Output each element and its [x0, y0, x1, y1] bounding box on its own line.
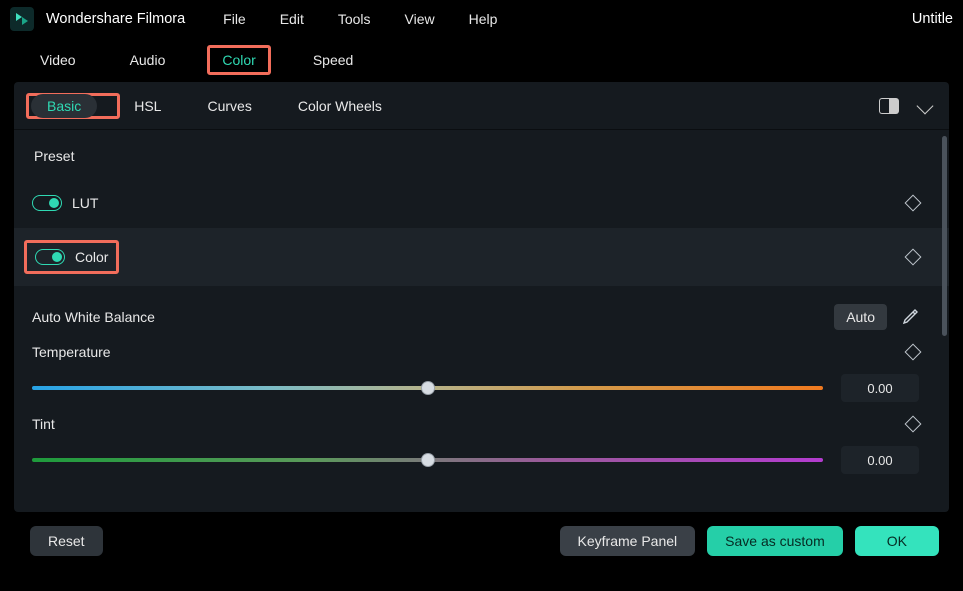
sub-tab-curves[interactable]: Curves — [193, 94, 265, 118]
sub-tab-basic-highlight: Basic — [26, 93, 120, 119]
color-row-highlight: Color — [24, 240, 119, 274]
lut-toggle[interactable] — [32, 195, 62, 211]
tab-audio[interactable]: Audio — [118, 48, 178, 72]
lut-row: LUT — [32, 178, 919, 228]
tab-speed[interactable]: Speed — [301, 48, 365, 72]
temperature-slider[interactable] — [32, 386, 823, 390]
tab-color[interactable]: Color — [207, 45, 270, 75]
footer: Reset Keyframe Panel Save as custom OK — [0, 520, 963, 556]
color-keyframe-icon[interactable] — [905, 249, 922, 266]
app-logo — [10, 7, 34, 31]
reset-button[interactable]: Reset — [30, 526, 103, 556]
color-scroll-area: Preset LUT Color Auto White Balance Auto… — [14, 130, 949, 502]
tint-keyframe-icon[interactable] — [905, 416, 922, 433]
menu-view[interactable]: View — [405, 11, 435, 27]
sub-tab-color-wheels[interactable]: Color Wheels — [284, 94, 396, 118]
lut-label: LUT — [72, 195, 98, 211]
auto-button[interactable]: Auto — [834, 304, 887, 330]
chevron-down-icon[interactable] — [917, 97, 934, 114]
color-panel: Basic HSL Curves Color Wheels Preset LUT… — [14, 82, 949, 512]
menu-file[interactable]: File — [223, 11, 246, 27]
compare-view-icon[interactable] — [879, 98, 901, 114]
tint-label: Tint — [32, 416, 55, 432]
sub-tab-hsl[interactable]: HSL — [120, 94, 175, 118]
tint-value-input[interactable] — [841, 446, 919, 474]
tint-block: Tint — [32, 416, 919, 474]
ok-button[interactable]: OK — [855, 526, 939, 556]
tab-video[interactable]: Video — [28, 48, 88, 72]
menu-tools[interactable]: Tools — [338, 11, 371, 27]
save-as-custom-button[interactable]: Save as custom — [707, 526, 843, 556]
top-tabs: Video Audio Color Speed — [0, 38, 963, 82]
temperature-keyframe-icon[interactable] — [905, 344, 922, 361]
sub-tab-basic[interactable]: Basic — [31, 94, 97, 118]
document-title: Untitle — [912, 11, 953, 27]
temperature-label: Temperature — [32, 344, 111, 360]
scrollbar[interactable] — [942, 136, 947, 336]
menu-edit[interactable]: Edit — [280, 11, 304, 27]
eyedropper-icon[interactable] — [901, 308, 919, 326]
filmora-logo-icon — [14, 11, 30, 27]
auto-white-balance-row: Auto White Balance Auto — [32, 304, 919, 330]
temperature-thumb[interactable] — [421, 381, 435, 395]
tint-thumb[interactable] — [421, 453, 435, 467]
preset-label: Preset — [34, 148, 919, 164]
color-label: Color — [75, 249, 108, 265]
color-row: Color — [14, 228, 949, 286]
tint-slider[interactable] — [32, 458, 823, 462]
sub-tabs: Basic HSL Curves Color Wheels — [14, 82, 949, 130]
temperature-value-input[interactable] — [841, 374, 919, 402]
color-toggle[interactable] — [35, 249, 65, 265]
keyframe-panel-button[interactable]: Keyframe Panel — [560, 526, 696, 556]
temperature-block: Temperature — [32, 344, 919, 402]
menu-help[interactable]: Help — [469, 11, 498, 27]
awb-label: Auto White Balance — [32, 309, 155, 325]
titlebar: Wondershare Filmora File Edit Tools View… — [0, 0, 963, 38]
lut-keyframe-icon[interactable] — [905, 195, 922, 212]
app-name: Wondershare Filmora — [46, 11, 185, 27]
